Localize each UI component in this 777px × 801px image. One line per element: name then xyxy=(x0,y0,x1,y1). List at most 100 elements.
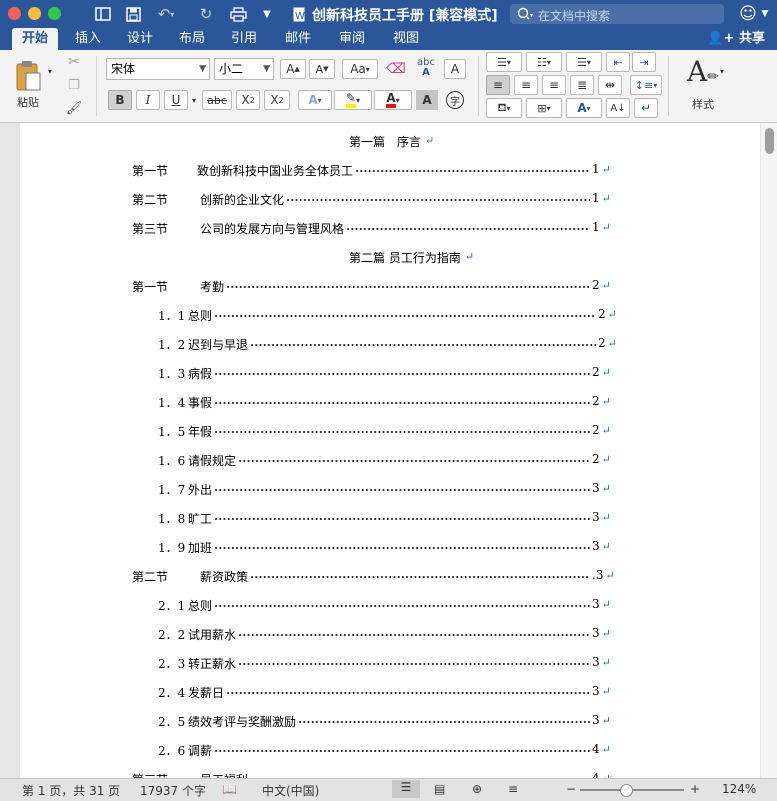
distributed-button[interactable]: ⇹ xyxy=(598,75,622,95)
decrease-font-size-button[interactable]: A ▼ xyxy=(309,59,335,79)
clear-formatting-icon[interactable]: ⌫ xyxy=(384,59,408,79)
tab-layout[interactable]: 布局 xyxy=(170,28,214,50)
language-indicator[interactable]: 中文(中国) xyxy=(262,782,319,799)
search-input[interactable]: ▾ 在文档中搜索 xyxy=(510,4,724,24)
undo-icon[interactable]: ↶ ▾ xyxy=(153,4,179,24)
toc-item-row[interactable]: 1．2 迟到与早退 2 ↵ xyxy=(20,336,740,352)
tab-view[interactable]: 视图 xyxy=(384,28,428,50)
print-layout-view-icon[interactable]: ☰ xyxy=(392,780,420,798)
shading-button[interactable]: ⛾ ▾ xyxy=(486,98,522,118)
minimize-window-button[interactable] xyxy=(28,7,41,20)
strikethrough-button[interactable]: abc xyxy=(202,90,232,110)
sidebar-toggle-icon[interactable] xyxy=(93,4,113,24)
toc-item-row[interactable]: 2．6 调薪 4 ↵ xyxy=(20,742,740,758)
align-left-button[interactable]: ≡ xyxy=(486,75,510,95)
scrollbar-thumb[interactable] xyxy=(765,128,774,154)
vertical-scrollbar[interactable] xyxy=(761,123,777,778)
underline-options-chevron-icon[interactable]: ▾ xyxy=(189,90,199,110)
zoom-slider-thumb[interactable] xyxy=(620,784,633,797)
toc-section-row[interactable]: 第一节 致创新科技中国业务全体员工 1 ↵ xyxy=(20,162,740,178)
smiley-feedback-icon[interactable]: ☺ xyxy=(738,4,758,24)
outline-view-icon[interactable]: ≡ xyxy=(508,782,518,796)
increase-indent-button[interactable]: ⇥ xyxy=(632,52,656,72)
numbering-button[interactable]: ☷ ▾ xyxy=(526,52,562,72)
styles-button[interactable]: A✏ 样式 xyxy=(678,56,728,112)
zoom-out-button[interactable]: − xyxy=(566,782,576,796)
word-count[interactable]: 17937 个字 xyxy=(140,782,206,799)
close-window-button[interactable] xyxy=(8,7,21,20)
tab-references[interactable]: 引用 xyxy=(222,28,266,50)
print-icon[interactable] xyxy=(227,4,249,24)
character-shading-button[interactable]: A xyxy=(416,90,438,110)
copy-icon[interactable]: ❐ xyxy=(64,75,84,95)
customize-toolbar-icon[interactable]: ▼ xyxy=(260,4,274,24)
toc-item-row[interactable]: 2．3 转正薪水 3 ↵ xyxy=(20,655,740,671)
bold-button[interactable]: B xyxy=(108,90,132,110)
tab-home[interactable]: 开始 xyxy=(12,28,58,50)
borders-button[interactable]: ⊞ ▾ xyxy=(526,98,562,118)
tab-review[interactable]: 审阅 xyxy=(330,28,374,50)
font-color-button[interactable]: A ▾ xyxy=(374,90,412,110)
bullets-button[interactable]: ☰ ▾ xyxy=(486,52,522,72)
save-icon[interactable] xyxy=(123,4,143,24)
multilevel-list-button[interactable]: ☰ ▾ xyxy=(566,52,602,72)
subscript-button[interactable]: X2 xyxy=(236,90,260,110)
zoom-slider[interactable] xyxy=(580,784,684,797)
text-effects-button[interactable]: A ▾ xyxy=(298,90,332,110)
asian-layout-button[interactable]: A ▾ xyxy=(566,98,602,118)
align-right-button[interactable]: ≡ xyxy=(542,75,566,95)
format-painter-icon[interactable]: 🖌 xyxy=(64,98,84,118)
page-count[interactable]: 第 1 页，共 31 页 xyxy=(22,782,120,799)
toc-section-row[interactable]: 第二节 薪资政策 .3 ↵ xyxy=(20,568,740,584)
paste-button[interactable]: 粘贴 xyxy=(8,54,48,116)
change-case-button[interactable]: Aa ▾ xyxy=(342,59,378,79)
superscript-button[interactable]: X2 xyxy=(264,90,290,110)
toc-item-row[interactable]: 2．2 试用薪水 3 ↵ xyxy=(20,626,740,642)
toc-item-row[interactable]: 1．8 旷工 3 ↵ xyxy=(20,510,740,526)
redo-icon[interactable]: ↻ xyxy=(196,4,216,24)
proofing-icon[interactable]: 📖 xyxy=(222,782,237,796)
styles-chevron-icon[interactable]: ▾ xyxy=(718,66,726,76)
character-border-button[interactable]: A xyxy=(444,59,466,79)
zoom-window-button[interactable] xyxy=(48,7,61,20)
decrease-indent-button[interactable]: ⇤ xyxy=(606,52,630,72)
zoom-level[interactable]: 124% xyxy=(722,782,756,796)
toc-section-row[interactable]: 第三节 公司的发展方向与管理风格 1 ↵ xyxy=(20,220,740,236)
increase-font-size-button[interactable]: A ▲ xyxy=(280,59,306,79)
toc-item-row[interactable]: 1．9 加班 3 ↵ xyxy=(20,539,740,555)
focus-view-icon[interactable]: ▤ xyxy=(434,782,445,796)
phonetic-guide-icon[interactable]: abc A xyxy=(414,56,438,80)
zoom-in-button[interactable]: + xyxy=(690,782,700,796)
toc-item-row[interactable]: 1．4 事假 2 ↵ xyxy=(20,394,740,410)
enclose-characters-icon[interactable]: 字 xyxy=(444,90,466,110)
highlight-color-button[interactable]: ✎ ▾ xyxy=(334,90,372,110)
align-center-button[interactable]: ≡ xyxy=(514,75,538,95)
web-layout-view-icon[interactable]: ⊕ xyxy=(472,782,482,796)
document-page[interactable]: 第一篇 序言 ↵ 第一节 致创新科技中国业务全体员工 1 ↵ 第二节 创新的企业文化 1 ↵ 第三节… xyxy=(20,123,760,787)
show-paragraph-marks-button[interactable]: ↵ xyxy=(634,98,658,118)
sort-button[interactable]: A↓ xyxy=(606,98,630,118)
tab-mailings[interactable]: 邮件 xyxy=(276,28,320,50)
toc-item-row[interactable]: 2．1 总则 3 ↵ xyxy=(20,597,740,613)
toc-item-row[interactable]: 1．3 病假 2 ↵ xyxy=(20,365,740,381)
chevron-down-icon[interactable]: ▼ xyxy=(760,4,770,24)
tab-design[interactable]: 设计 xyxy=(118,28,162,50)
toc-section-row[interactable]: 第二节 创新的企业文化 1 ↵ xyxy=(20,191,740,207)
toc-heading[interactable]: 第一篇 序言 ↵ xyxy=(20,133,740,149)
toc-section-row[interactable]: 第一节 考勤 2 ↵ xyxy=(20,278,740,294)
underline-button[interactable]: U xyxy=(164,90,188,110)
toc-item-row[interactable]: 1．6 请假规定 2 ↵ xyxy=(20,452,740,468)
toc-item-row[interactable]: 2．4 发薪日 3 ↵ xyxy=(20,684,740,700)
toc-item-row[interactable]: 1．5 年假 2 ↵ xyxy=(20,423,740,439)
tab-insert[interactable]: 插入 xyxy=(66,28,110,50)
toc-item-row[interactable]: 1．7 外出 3 ↵ xyxy=(20,481,740,497)
toc-heading[interactable]: 第二篇 员工行为指南 ↵ xyxy=(20,249,740,265)
font-size-select[interactable]: 小二 ▼ xyxy=(214,58,274,80)
cut-icon[interactable]: ✂ xyxy=(64,52,84,72)
font-name-select[interactable]: 宋体 ▼ xyxy=(106,58,210,80)
share-button[interactable]: 👤+ 共享 xyxy=(707,28,765,50)
italic-button[interactable]: I xyxy=(136,90,160,110)
toc-item-row[interactable]: 1．1 总则 2 ↵ xyxy=(20,307,740,323)
paste-options-chevron-icon[interactable]: ▾ xyxy=(46,66,54,76)
line-spacing-button[interactable]: ↕≡ ▾ xyxy=(630,75,662,95)
